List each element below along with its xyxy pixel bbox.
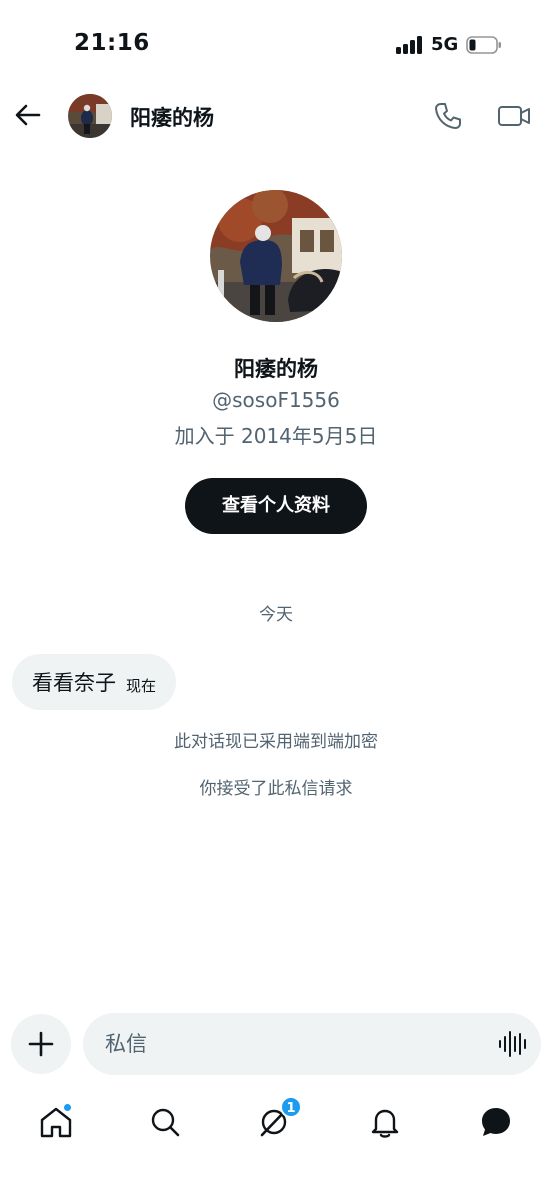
profile-join-date: 加入于 2014年5月5日 bbox=[174, 424, 378, 448]
bottom-navigation bbox=[0, 1092, 552, 1152]
profile-display-name: 阳痿的杨 bbox=[234, 357, 318, 381]
home-unread-dot bbox=[63, 1103, 72, 1112]
conversation-header: 阳痿的杨 bbox=[0, 90, 552, 144]
message-bubble[interactable]: 看看奈子 现在 bbox=[12, 654, 177, 710]
view-profile-button[interactable]: 查看个人资料 bbox=[185, 478, 367, 534]
nav-notifications[interactable] bbox=[365, 1102, 405, 1142]
message-text: 看看奈子 bbox=[32, 671, 116, 695]
message-timestamp: 现在 bbox=[126, 676, 157, 695]
network-type: 5G bbox=[431, 34, 459, 55]
back-arrow-icon[interactable] bbox=[12, 99, 44, 131]
request-accepted-notice: 你接受了此私信请求 bbox=[199, 779, 353, 799]
phone-icon[interactable] bbox=[432, 100, 464, 132]
messages-icon bbox=[482, 1108, 510, 1136]
nav-messages[interactable] bbox=[476, 1102, 516, 1142]
header-display-name[interactable]: 阳痿的杨 bbox=[130, 102, 214, 132]
status-time: 21:16 bbox=[74, 30, 150, 56]
search-icon bbox=[151, 1108, 180, 1137]
plus-icon bbox=[28, 1031, 54, 1057]
encryption-notice[interactable]: 此对话现已采用端到端加密 bbox=[0, 727, 552, 752]
nav-search[interactable] bbox=[145, 1102, 185, 1142]
date-divider: 今天 bbox=[259, 605, 293, 625]
status-bar: 21:16 5G bbox=[0, 0, 552, 90]
message-composer bbox=[83, 1013, 541, 1075]
video-camera-icon[interactable] bbox=[496, 100, 532, 132]
signal-icon bbox=[396, 36, 424, 54]
profile-handle: @sosoF1556 bbox=[212, 388, 340, 412]
nav-home[interactable] bbox=[36, 1102, 76, 1142]
profile-avatar[interactable] bbox=[210, 190, 342, 322]
grok-notification-badge: 1 bbox=[280, 1096, 302, 1118]
header-avatar[interactable] bbox=[68, 94, 112, 138]
voice-waveform-icon[interactable] bbox=[497, 1029, 527, 1059]
add-attachment-button[interactable] bbox=[11, 1014, 71, 1074]
bell-icon bbox=[371, 1109, 399, 1138]
profile-photo bbox=[210, 190, 342, 322]
avatar-photo bbox=[68, 94, 112, 138]
message-input[interactable] bbox=[105, 1027, 485, 1061]
battery-icon bbox=[466, 36, 501, 54]
